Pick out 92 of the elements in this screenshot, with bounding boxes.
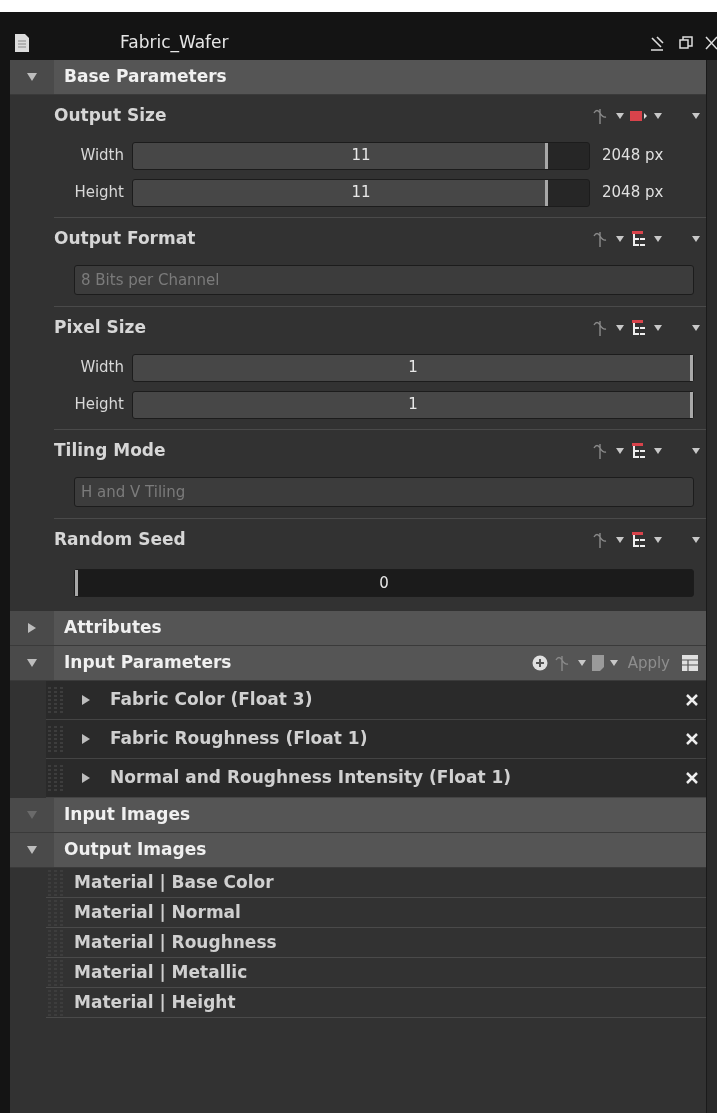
- group-title: Tiling Mode: [54, 439, 166, 463]
- drag-handle-icon[interactable]: [46, 927, 66, 958]
- slider-handle[interactable]: [690, 354, 693, 381]
- remove-icon[interactable]: [686, 772, 698, 784]
- slider-value: 1: [408, 394, 418, 416]
- page-icon[interactable]: [591, 655, 604, 671]
- field-label: Width: [79, 145, 125, 167]
- caret-icon[interactable]: [692, 325, 700, 331]
- parameter-row[interactable]: Fabric Roughness (Float 1): [46, 720, 706, 759]
- swatch-icon[interactable]: [630, 109, 648, 123]
- expand-arrow-icon[interactable]: [80, 772, 92, 784]
- pin-icon[interactable]: [649, 34, 665, 51]
- expand-arrow-icon[interactable]: [26, 622, 38, 634]
- collapse-arrow-icon[interactable]: [26, 71, 38, 83]
- collapse-arrow-icon[interactable]: [26, 844, 38, 856]
- caret-icon[interactable]: [616, 537, 624, 543]
- output-image-label: Material | Height: [74, 990, 236, 1014]
- drag-handle-icon[interactable]: [46, 897, 66, 928]
- section-header[interactable]: Output Images: [10, 833, 706, 868]
- slider-track[interactable]: 11: [132, 141, 590, 170]
- size-reading: 2048 px: [602, 145, 664, 167]
- field-label: Width: [79, 357, 125, 379]
- slider-handle[interactable]: [545, 179, 549, 206]
- slider-track[interactable]: 1: [132, 390, 694, 419]
- slider-value: 0: [379, 572, 389, 594]
- output-image-label: Material | Metallic: [74, 960, 248, 984]
- caret-icon[interactable]: [654, 236, 662, 242]
- output-image-label: Material | Normal: [74, 900, 241, 924]
- hierarchy-icon[interactable]: [630, 230, 648, 248]
- slider-track[interactable]: 11: [132, 178, 590, 207]
- collapse-arrow-icon[interactable]: [26, 657, 38, 669]
- parameter-row[interactable]: Fabric Color (Float 3): [46, 681, 706, 720]
- section-title: Base Parameters: [64, 65, 227, 89]
- caret-icon[interactable]: [577, 660, 586, 666]
- close-icon[interactable]: [705, 35, 717, 50]
- group-title: Output Format: [54, 227, 196, 251]
- section-title: Output Images: [64, 838, 207, 862]
- caret-icon[interactable]: [654, 325, 662, 331]
- caret-icon[interactable]: [616, 448, 624, 454]
- caret-icon[interactable]: [616, 236, 624, 242]
- parameter-label: Fabric Roughness (Float 1): [110, 727, 368, 751]
- section-title: Input Images: [64, 803, 191, 827]
- caret-icon[interactable]: [654, 537, 662, 543]
- caret-icon[interactable]: [616, 325, 624, 331]
- parameter-label: Fabric Color (Float 3): [110, 688, 313, 712]
- caret-icon[interactable]: [692, 448, 700, 454]
- hierarchy-icon[interactable]: [630, 442, 648, 460]
- slider-value: 11: [351, 145, 371, 167]
- caret-icon[interactable]: [692, 537, 700, 543]
- output-image-label: Material | Roughness: [74, 930, 277, 954]
- remove-icon[interactable]: [686, 694, 698, 706]
- drag-handle-icon[interactable]: [46, 867, 66, 898]
- parameter-row[interactable]: Normal and Roughness Intensity (Float 1): [46, 759, 706, 798]
- drag-handle-icon[interactable]: [46, 987, 66, 1018]
- document-icon: [14, 32, 30, 53]
- section-title: Input Parameters: [64, 651, 232, 675]
- drag-handle-icon[interactable]: [46, 957, 66, 988]
- caret-icon[interactable]: [692, 236, 700, 242]
- caret-icon[interactable]: [609, 660, 618, 666]
- field-label: Height: [73, 394, 125, 416]
- window-title: Fabric_Wafer: [120, 30, 229, 55]
- caret-icon[interactable]: [616, 113, 624, 119]
- slider-handle[interactable]: [545, 142, 549, 169]
- slider-value: 11: [351, 182, 371, 204]
- section-header[interactable]: Base Parameters: [10, 60, 706, 95]
- slider-track[interactable]: 1: [132, 353, 694, 382]
- slider-value: 1: [408, 357, 418, 379]
- scrollbar[interactable]: [706, 60, 717, 1113]
- section-title: Attributes: [64, 616, 162, 640]
- hierarchy-icon[interactable]: [630, 531, 648, 549]
- caret-icon[interactable]: [654, 448, 662, 454]
- add-icon[interactable]: [531, 655, 548, 671]
- caret-icon[interactable]: [692, 113, 700, 119]
- group-title: Output Size: [54, 104, 167, 128]
- field-label: Height: [73, 182, 125, 204]
- remove-icon[interactable]: [686, 733, 698, 745]
- slider-handle[interactable]: [75, 570, 78, 596]
- table-icon[interactable]: [682, 655, 698, 671]
- slider-track[interactable]: 0: [74, 569, 694, 597]
- output-image-label: Material | Base Color: [74, 870, 274, 894]
- expand-arrow-icon[interactable]: [80, 694, 92, 706]
- hierarchy-icon[interactable]: [630, 319, 648, 337]
- expand-arrow-icon[interactable]: [80, 733, 92, 745]
- section-header[interactable]: Input Parameters Apply: [10, 646, 706, 681]
- group-title: Random Seed: [54, 528, 186, 552]
- group-title: Pixel Size: [54, 316, 147, 340]
- caret-icon[interactable]: [654, 113, 662, 119]
- size-reading: 2048 px: [602, 182, 664, 204]
- section-header[interactable]: Attributes: [10, 611, 706, 646]
- slider-handle[interactable]: [690, 391, 693, 418]
- parameter-label: Normal and Roughness Intensity (Float 1): [110, 766, 512, 790]
- restore-icon[interactable]: [679, 35, 693, 50]
